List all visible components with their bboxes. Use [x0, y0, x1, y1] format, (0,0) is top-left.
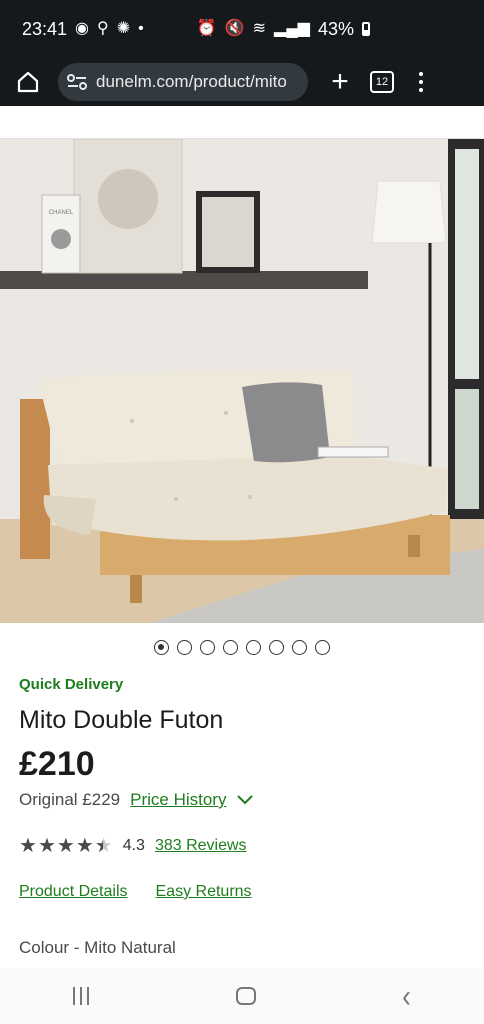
home-nav-button[interactable]: [235, 987, 256, 1005]
back-button[interactable]: ‹: [402, 977, 411, 1014]
gallery-dot[interactable]: [315, 640, 330, 655]
home-icon: [17, 71, 39, 93]
info-links: Product Details Easy Returns: [19, 883, 252, 901]
chevron-down-icon[interactable]: [236, 794, 254, 806]
site-settings-icon[interactable]: [66, 73, 88, 91]
gallery-dot[interactable]: [246, 640, 261, 655]
location-icon: ⚲: [97, 20, 109, 37]
system-nav-bar: ‹: [0, 968, 484, 1024]
wifi-icon: ≋: [252, 20, 267, 37]
half-star-icon: ★: [94, 835, 113, 857]
url-text: dunelm.com/product/mito: [96, 72, 287, 91]
gallery-dot[interactable]: [154, 640, 169, 655]
gallery-dot[interactable]: [269, 640, 284, 655]
gallery-dot[interactable]: [223, 640, 238, 655]
recents-button[interactable]: [73, 987, 90, 1005]
product-image[interactable]: CHANEL: [0, 139, 484, 623]
quick-delivery-badge: Quick Delivery: [19, 676, 124, 693]
signal-icon: ▂▄▆: [274, 20, 310, 37]
star-icon: ★: [37, 835, 56, 857]
tab-switcher-button[interactable]: 12: [370, 71, 394, 93]
home-button[interactable]: [6, 60, 50, 104]
star-icon: ★: [19, 835, 37, 857]
star-rating: ★ ★ ★ ★ ★: [19, 836, 113, 856]
price-info-row: Original £229 Price History: [19, 790, 254, 810]
dot-icon: •: [138, 20, 144, 37]
more-menu-button[interactable]: [416, 72, 426, 92]
gallery-dot[interactable]: [177, 640, 192, 655]
new-tab-button[interactable]: +: [324, 63, 356, 101]
product-price: £210: [19, 745, 95, 783]
reviews-link[interactable]: 383 Reviews: [155, 837, 247, 855]
plus-icon: +: [331, 65, 349, 98]
status-time: 23:41: [22, 18, 68, 39]
whatsapp-icon: ◉: [75, 20, 90, 37]
star-icon: ★: [75, 835, 94, 857]
browser-toolbar: dunelm.com/product/mito + 12: [0, 58, 484, 106]
tab-count: 12: [375, 76, 389, 88]
settings-icon: ✺: [116, 20, 131, 37]
gallery-pagination: [0, 640, 484, 655]
mute-icon: 🔇: [224, 20, 245, 37]
price-history-link[interactable]: Price History: [130, 790, 226, 810]
original-price: Original £229: [19, 790, 121, 809]
status-bar: 23:41 ◉ ⚲ ✺ • ⏰ 🔇 ≋ ▂▄▆ 43%: [0, 0, 484, 58]
battery-percent: 43%: [317, 18, 354, 39]
star-icon: ★: [56, 835, 75, 857]
colour-label: Colour - Mito Natural: [19, 938, 176, 957]
rating-row: ★ ★ ★ ★ ★ 4.3 383 Reviews: [19, 836, 247, 856]
rating-value: 4.3: [122, 837, 145, 854]
product-details-link[interactable]: Product Details: [19, 883, 128, 901]
product-title: Mito Double Futon: [19, 706, 224, 734]
gallery-dot[interactable]: [200, 640, 215, 655]
gallery-dot[interactable]: [292, 640, 307, 655]
address-bar[interactable]: dunelm.com/product/mito: [58, 63, 308, 101]
easy-returns-link[interactable]: Easy Returns: [156, 883, 252, 901]
alarm-icon: ⏰: [196, 20, 217, 37]
poster-text: CHANEL: [49, 210, 74, 216]
battery-icon: [362, 22, 370, 36]
